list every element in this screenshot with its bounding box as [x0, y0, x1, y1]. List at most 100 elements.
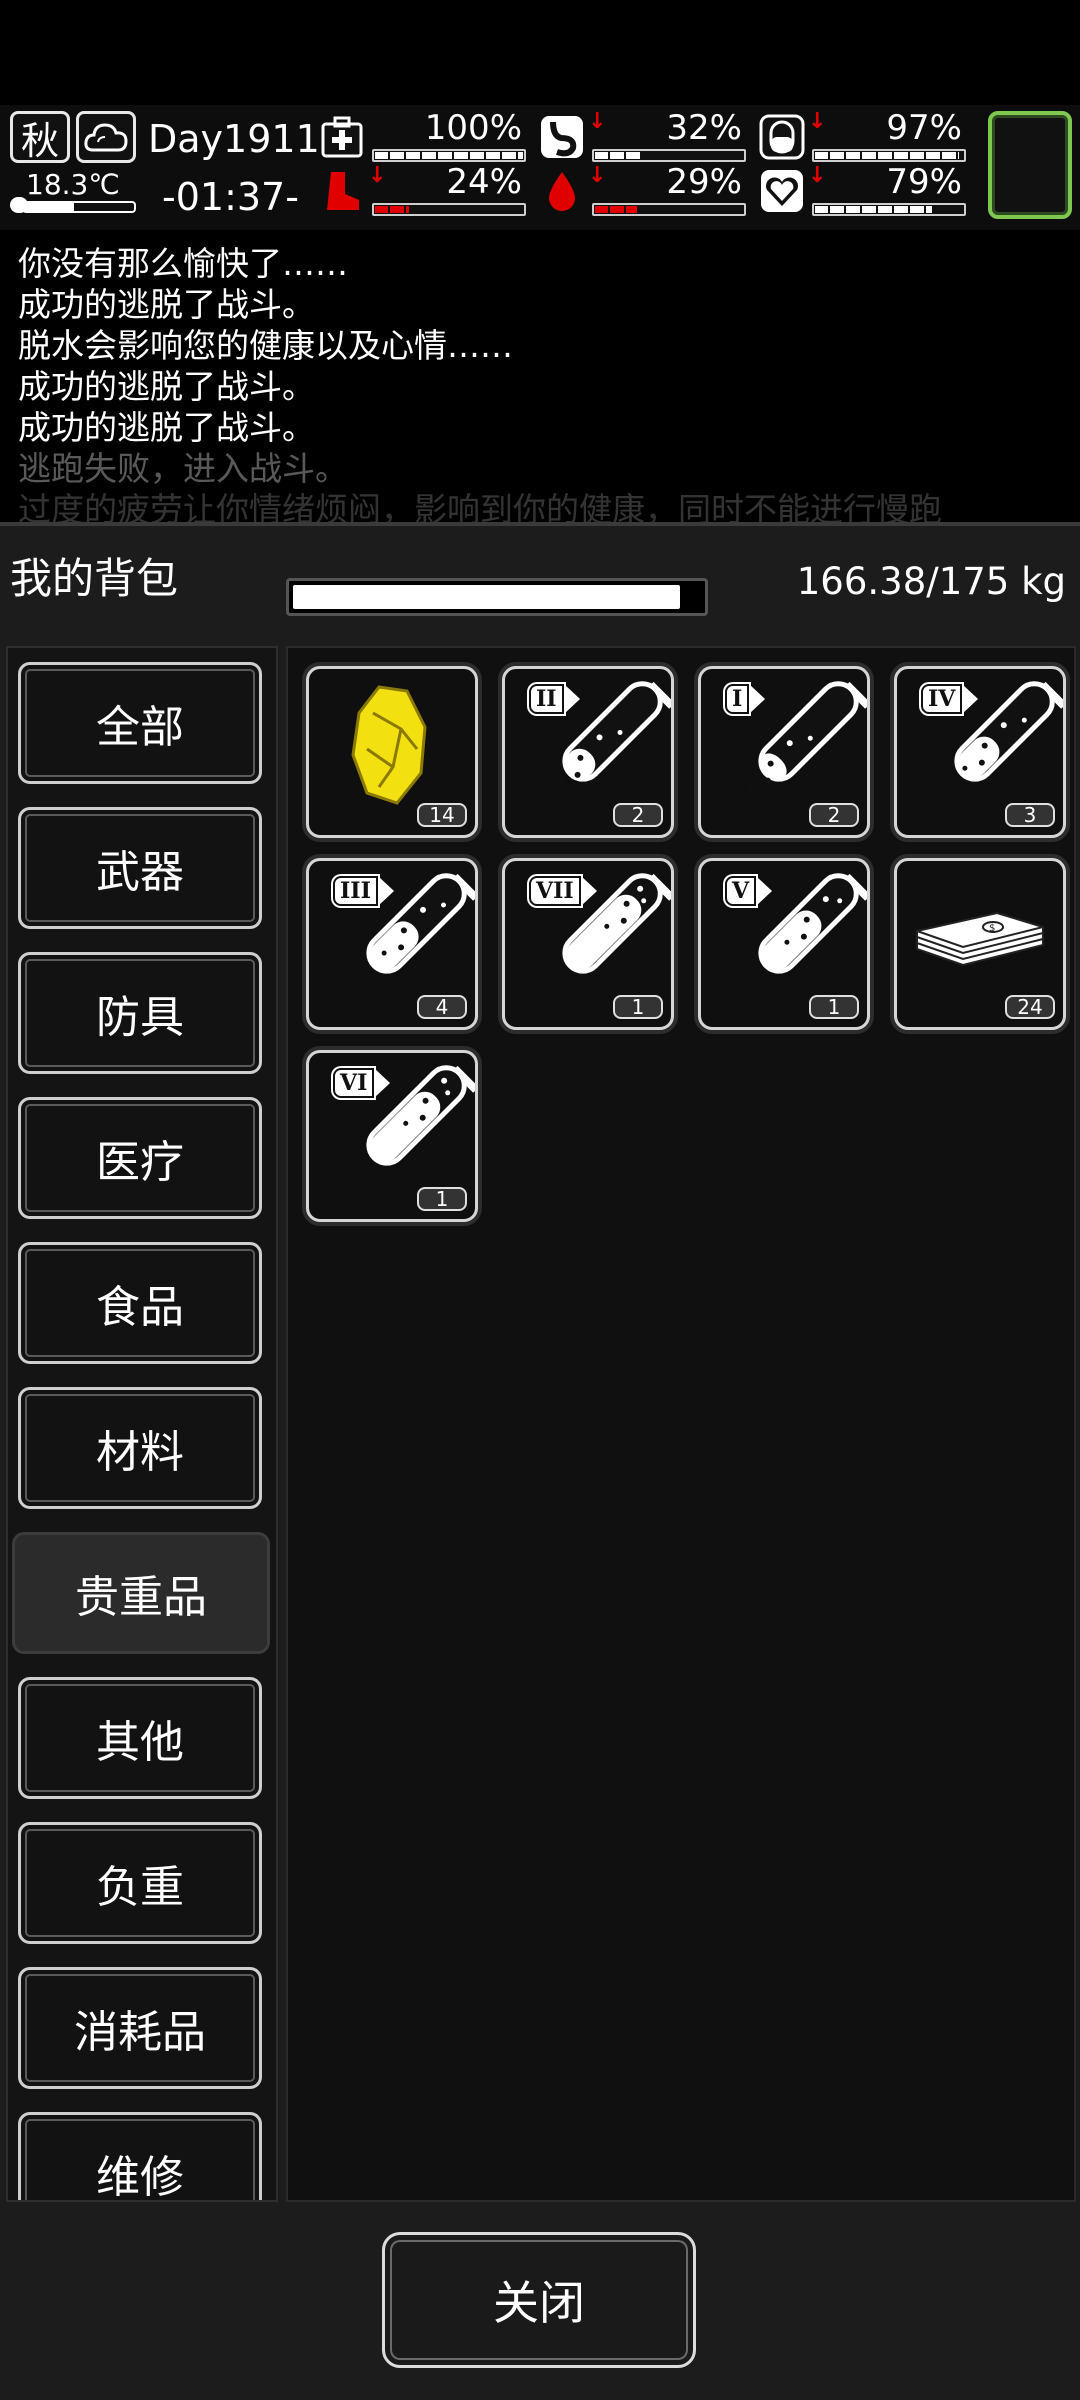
- trend-down-icon: ↓: [588, 163, 607, 188]
- weather-badge: [76, 111, 136, 163]
- item-count-badge: 14: [417, 803, 467, 827]
- item-count-badge: 4: [417, 995, 467, 1019]
- item-count-badge: 1: [613, 995, 663, 1019]
- inventory-panel: 我的背包 166.38/175 kg 全部武器防具医疗食品材料贵重品其他负重消耗…: [0, 522, 1080, 2400]
- medkit-icon: [318, 113, 366, 161]
- tier-tag: V: [725, 875, 773, 907]
- item-slot[interactable]: IV 3: [894, 666, 1066, 838]
- boot-icon: [318, 167, 366, 215]
- item-slot[interactable]: $ 24: [894, 858, 1066, 1030]
- item-slot[interactable]: VI 1: [306, 1050, 478, 1222]
- category-tab-4[interactable]: 食品: [18, 1242, 262, 1364]
- tier-tag: II: [529, 683, 580, 715]
- trend-down-icon: ↓: [808, 163, 827, 188]
- stat-value: 97%: [886, 108, 962, 148]
- stat-value: 100%: [424, 108, 522, 148]
- category-tab-2[interactable]: 防具: [18, 952, 262, 1074]
- category-tab-10[interactable]: 维修: [18, 2112, 262, 2200]
- category-tab-7[interactable]: 其他: [18, 1677, 262, 1799]
- stat-bar: [372, 203, 526, 216]
- tier-arrow-icon: [377, 876, 394, 906]
- tier-tag: VII: [529, 875, 597, 907]
- close-button[interactable]: 关闭: [382, 2232, 696, 2368]
- item-slot[interactable]: III 4: [306, 858, 478, 1030]
- trend-down-icon: ↓: [808, 109, 827, 134]
- log-line: 脱水会影响您的健康以及心情……: [18, 326, 513, 365]
- tier-tag: I: [725, 683, 766, 715]
- item-grid[interactable]: 14 II 2 I 2 IV 3 III 4 VII 1 V 1 $ 24 VI…: [286, 646, 1076, 2202]
- weight-readout: 166.38/175 kg: [796, 560, 1066, 603]
- water-drop-icon: [538, 167, 586, 215]
- category-tab-1[interactable]: 武器: [18, 807, 262, 929]
- stat-stamina: ↓ 24%: [318, 165, 530, 217]
- cloud-icon: [84, 123, 128, 152]
- tier-arrow-icon: [374, 1068, 391, 1098]
- item-slot[interactable]: II 2: [502, 666, 674, 838]
- stat-value: 24%: [446, 162, 522, 202]
- panel-title: 我的背包: [10, 554, 179, 603]
- item-count-badge: 2: [809, 803, 859, 827]
- tier-label: V: [725, 876, 757, 906]
- item-slot[interactable]: 14: [306, 666, 478, 838]
- stat-value: 32%: [666, 108, 742, 148]
- stat-bar: [812, 149, 966, 162]
- weight-bar: [286, 578, 708, 616]
- heart-icon: [758, 167, 806, 215]
- temperature: 18.3℃: [26, 168, 120, 201]
- tier-arrow-icon: [563, 684, 580, 714]
- day-counter: Day1911: [148, 117, 320, 161]
- log-line: 逃跑失败，进入战斗。: [18, 449, 348, 488]
- item-count-badge: 2: [613, 803, 663, 827]
- log-line: 成功的逃脱了战斗。: [18, 408, 315, 447]
- stat-bar: [372, 149, 526, 162]
- log-line: 成功的逃脱了战斗。: [18, 367, 315, 406]
- tier-label: IV: [921, 684, 963, 714]
- log-line: 过度的疲劳让你情绪烦闷，影响到你的健康，同时不能进行慢跑: [18, 490, 942, 522]
- log-line: 成功的逃脱了战斗。: [18, 285, 315, 324]
- category-tab-5[interactable]: 材料: [18, 1387, 262, 1509]
- stat-value: 79%: [886, 162, 962, 202]
- category-tab-6[interactable]: 贵重品: [12, 1532, 270, 1654]
- tier-arrow-icon: [580, 876, 597, 906]
- tier-tag: IV: [921, 683, 979, 715]
- stat-thirst: ↓ 29%: [538, 165, 750, 217]
- tier-tag: III: [333, 875, 394, 907]
- item-count-badge: 3: [1005, 803, 1055, 827]
- stat-mood: ↓ 79%: [758, 165, 970, 217]
- game-clock: -01:37-: [162, 175, 299, 219]
- tier-label: III: [333, 876, 378, 906]
- equipped-slot[interactable]: [988, 111, 1072, 219]
- stat-hunger: ↓ 32%: [538, 111, 750, 163]
- item-slot[interactable]: V1: [698, 858, 870, 1030]
- item-slot[interactable]: VII 1: [502, 858, 674, 1030]
- item-count-badge: 1: [417, 1187, 467, 1211]
- category-tab-3[interactable]: 医疗: [18, 1097, 262, 1219]
- tier-label: I: [725, 684, 750, 714]
- item-slot[interactable]: I2: [698, 666, 870, 838]
- tier-label: II: [529, 684, 564, 714]
- message-log[interactable]: 你没有那么愉快了…… 成功的逃脱了战斗。 脱水会影响您的健康以及心情…… 成功的逃脱了…: [0, 232, 1080, 522]
- tier-arrow-icon: [962, 684, 979, 714]
- stat-sanity: ↓ 97%: [758, 111, 970, 163]
- season-label: 秋: [20, 118, 59, 163]
- tier-tag: VI: [333, 1067, 391, 1099]
- stat-value: 29%: [666, 162, 742, 202]
- tier-label: VII: [529, 876, 581, 906]
- tier-arrow-icon: [756, 876, 773, 906]
- tier-label: VI: [333, 1068, 375, 1098]
- category-tab-0[interactable]: 全部: [18, 662, 262, 784]
- item-count-badge: 1: [809, 995, 859, 1019]
- stat-health: 100%: [318, 111, 530, 163]
- category-list[interactable]: 全部武器防具医疗食品材料贵重品其他负重消耗品维修: [6, 646, 278, 2202]
- stat-bar: [812, 203, 966, 216]
- item-count-badge: 24: [1005, 995, 1055, 1019]
- category-tab-8[interactable]: 负重: [18, 1822, 262, 1944]
- log-line: 你没有那么愉快了……: [18, 244, 348, 283]
- season-badge: 秋: [10, 111, 70, 163]
- stat-bar: [592, 149, 746, 162]
- trend-down-icon: ↓: [588, 109, 607, 134]
- pill-icon: [758, 113, 806, 161]
- svg-text:$: $: [989, 923, 995, 934]
- stomach-icon: [538, 113, 586, 161]
- category-tab-9[interactable]: 消耗品: [18, 1967, 262, 2089]
